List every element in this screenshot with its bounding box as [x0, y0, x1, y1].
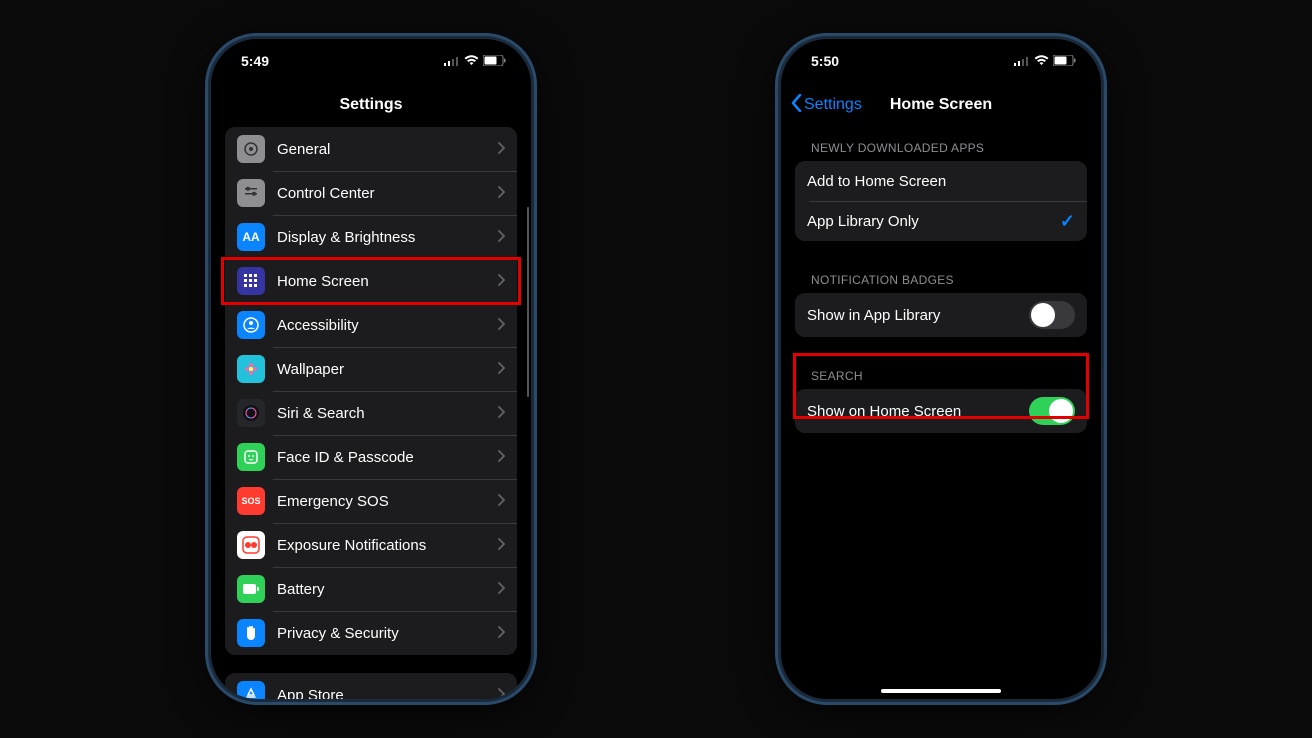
section-header-search: Search [795, 355, 1087, 389]
settings-row-privacy-security[interactable]: Privacy & Security [225, 611, 517, 655]
settings-row-app-store[interactable]: App Store [225, 673, 517, 699]
settings-row-home-screen[interactable]: Home Screen [225, 259, 517, 303]
battery-icon [237, 575, 265, 603]
page-title: Settings [339, 96, 402, 114]
checkmark-icon: ✓ [1060, 211, 1075, 232]
row-label: General [277, 141, 492, 158]
chevron-right-icon [498, 581, 505, 597]
chevron-right-icon [498, 317, 505, 333]
row-label: Control Center [277, 185, 492, 202]
chevron-right-icon [498, 537, 505, 553]
chevron-right-icon [498, 449, 505, 465]
page-title: Home Screen [890, 96, 992, 114]
chevron-right-icon [498, 493, 505, 509]
phone-settings: 5:49 Settings General Control Center AA Dis… [211, 39, 531, 699]
section-header-notification-badges: Notification Badges [795, 259, 1087, 293]
grid-icon [237, 267, 265, 295]
newly-downloaded-group: Add to Home Screen App Library Only✓ [795, 161, 1087, 241]
signal-icon [1014, 53, 1030, 69]
notch [306, 39, 436, 67]
row-label: Display & Brightness [277, 229, 492, 246]
settings-list[interactable]: General Control Center AA Display & Brightn… [211, 127, 531, 699]
row-label: Wallpaper [277, 361, 492, 378]
sos-icon: SOS [237, 487, 265, 515]
wifi-icon [464, 53, 479, 69]
flower-icon [237, 355, 265, 383]
nav-bar: Settings Home Screen [781, 83, 1101, 127]
row-show-on-home-screen[interactable]: Show on Home Screen [795, 389, 1087, 433]
phone-home-screen: 5:50 Settings Home Screen Newly Download… [781, 39, 1101, 699]
settings-row-display-brightness[interactable]: AA Display & Brightness [225, 215, 517, 259]
settings-row-emergency-sos[interactable]: SOS Emergency SOS [225, 479, 517, 523]
row-label: Show in App Library [807, 307, 1029, 324]
settings-row-general[interactable]: General [225, 127, 517, 171]
status-time: 5:49 [235, 53, 269, 69]
aa-icon: AA [237, 223, 265, 251]
settings-row-accessibility[interactable]: Accessibility [225, 303, 517, 347]
chevron-right-icon [498, 361, 505, 377]
chevron-right-icon [498, 405, 505, 421]
chevron-right-icon [498, 273, 505, 289]
scrollbar[interactable] [527, 207, 529, 397]
row-label: Accessibility [277, 317, 492, 334]
status-icons [444, 53, 507, 69]
settings-row-face-id-passcode[interactable]: Face ID & Passcode [225, 435, 517, 479]
row-label: Show on Home Screen [807, 403, 1029, 420]
row-label: Home Screen [277, 273, 492, 290]
siri-icon [237, 399, 265, 427]
back-button[interactable]: Settings [791, 94, 862, 117]
row-label: Face ID & Passcode [277, 449, 492, 466]
wifi-icon [1034, 53, 1049, 69]
notification-badges-group: Show in App Library [795, 293, 1087, 337]
row-label: Emergency SOS [277, 493, 492, 510]
nav-bar: Settings [211, 83, 531, 127]
toggle-show-on-home-screen[interactable] [1029, 397, 1075, 425]
settings-row-exposure-notifications[interactable]: Exposure Notifications [225, 523, 517, 567]
dots-icon [237, 531, 265, 559]
row-show-in-app-library[interactable]: Show in App Library [795, 293, 1087, 337]
settings-row-siri-search[interactable]: Siri & Search [225, 391, 517, 435]
option-app-library-only[interactable]: App Library Only✓ [795, 201, 1087, 241]
chevron-left-icon [791, 94, 802, 117]
chevron-right-icon [498, 141, 505, 157]
toggle-show-in-app-library[interactable] [1029, 301, 1075, 329]
row-label: Privacy & Security [277, 625, 492, 642]
status-icons [1014, 53, 1077, 69]
home-screen-settings[interactable]: Newly Downloaded Apps Add to Home Screen… [781, 127, 1101, 699]
toggle-knob [1049, 399, 1073, 423]
appstore-icon [237, 681, 265, 699]
home-indicator[interactable] [881, 689, 1001, 693]
back-label: Settings [804, 96, 862, 114]
settings-row-wallpaper[interactable]: Wallpaper [225, 347, 517, 391]
option-add-to-home-screen[interactable]: Add to Home Screen [795, 161, 1087, 201]
settings-row-battery[interactable]: Battery [225, 567, 517, 611]
notch [876, 39, 1006, 67]
row-label: Add to Home Screen [807, 173, 1075, 190]
search-group: Show on Home Screen [795, 389, 1087, 433]
person-icon [237, 311, 265, 339]
battery-icon [483, 53, 507, 69]
settings-group: General Control Center AA Display & Brightn… [225, 127, 517, 655]
chevron-right-icon [498, 625, 505, 641]
signal-icon [444, 53, 460, 69]
row-label: App Store [277, 687, 492, 700]
chevron-right-icon [498, 687, 505, 699]
section-header-newly-downloaded: Newly Downloaded Apps [795, 127, 1087, 161]
battery-icon [1053, 53, 1077, 69]
chevron-right-icon [498, 229, 505, 245]
settings-group-2: App StoreWallet & Apple Pay [225, 673, 517, 699]
toggle-knob [1031, 303, 1055, 327]
hand-icon [237, 619, 265, 647]
row-label: Battery [277, 581, 492, 598]
settings-row-control-center[interactable]: Control Center [225, 171, 517, 215]
gear-icon [237, 135, 265, 163]
chevron-right-icon [498, 185, 505, 201]
row-label: Exposure Notifications [277, 537, 492, 554]
sliders-icon [237, 179, 265, 207]
status-time: 5:50 [805, 53, 839, 69]
row-label: App Library Only [807, 213, 1060, 230]
face-icon [237, 443, 265, 471]
row-label: Siri & Search [277, 405, 492, 422]
